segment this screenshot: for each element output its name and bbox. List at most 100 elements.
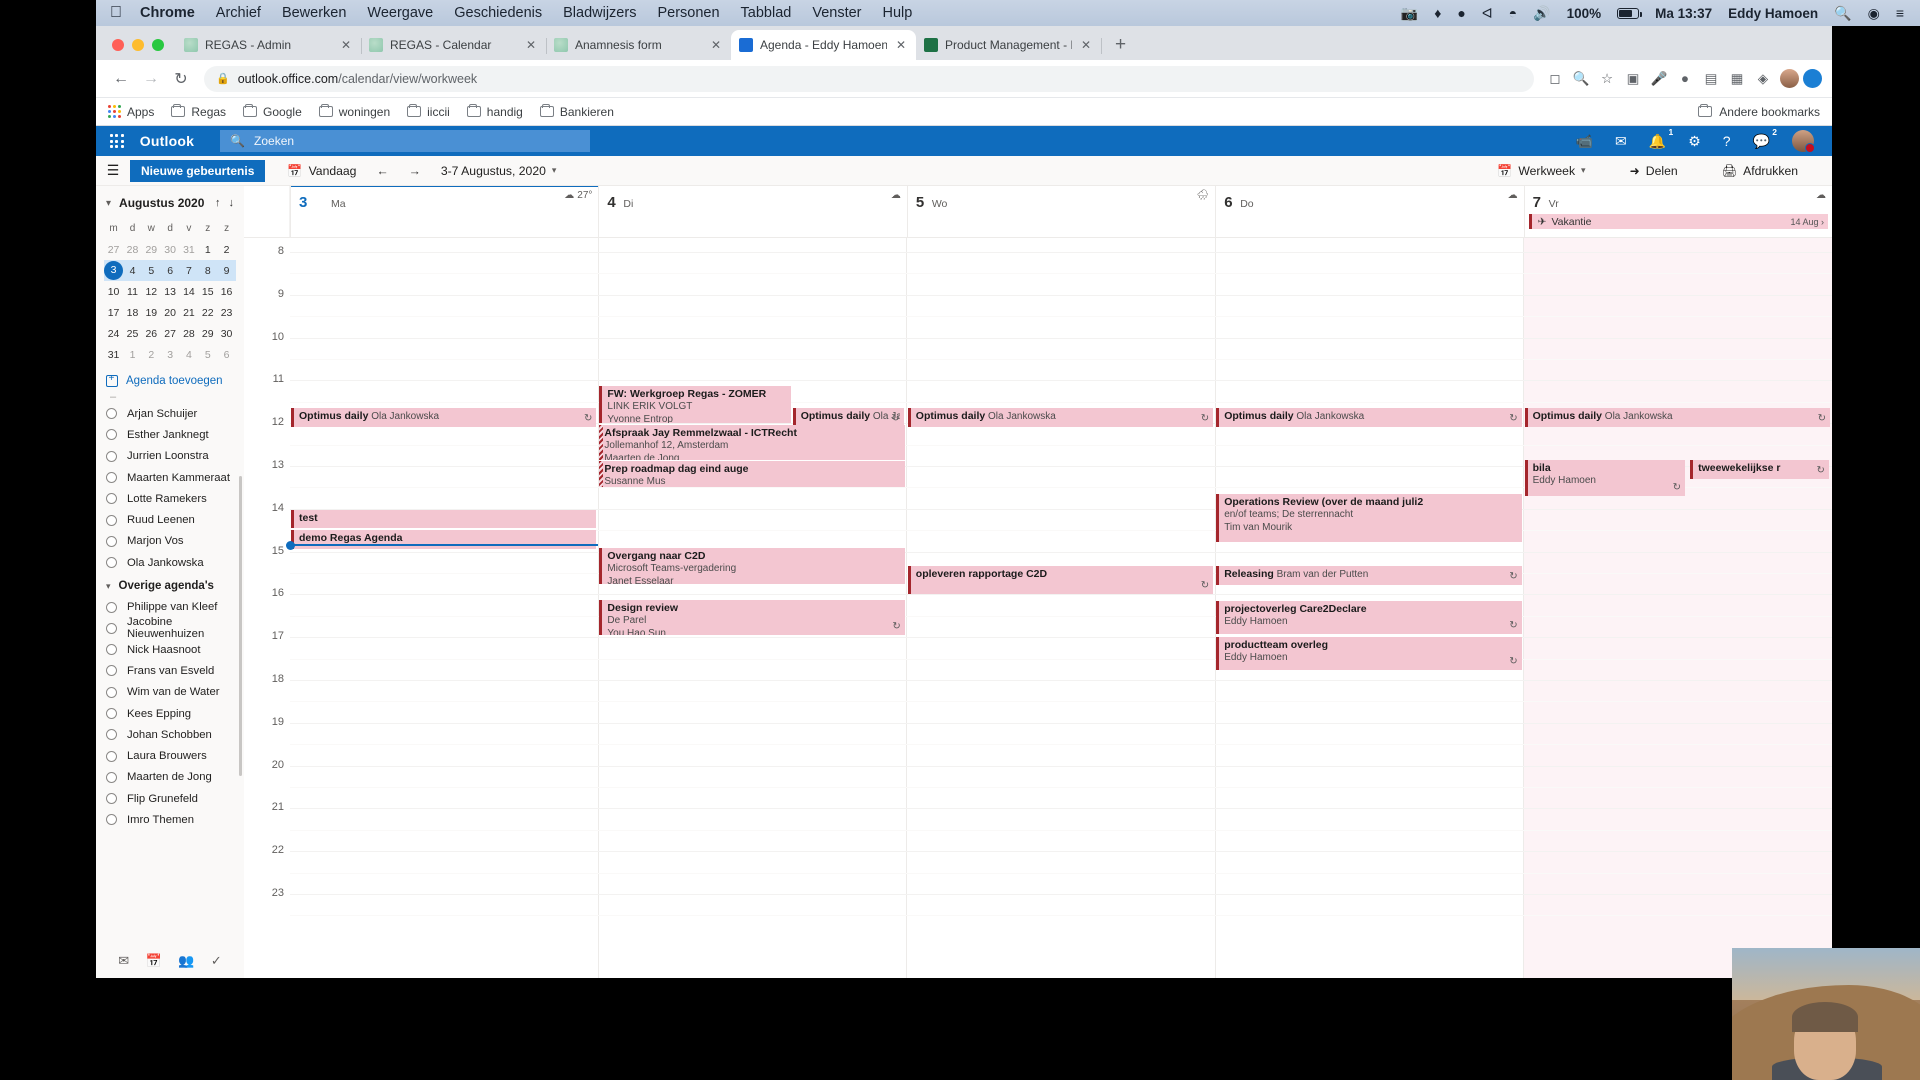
- chrome-menu-icon[interactable]: [1803, 69, 1822, 88]
- mini-day[interactable]: 17: [104, 302, 123, 323]
- calendar-event[interactable]: test: [291, 510, 597, 528]
- app-launcher-icon[interactable]: [110, 134, 124, 148]
- user-avatar[interactable]: [1792, 130, 1815, 153]
- weather-widget[interactable]: ☁: [1816, 190, 1826, 201]
- menu-archief[interactable]: Archief: [216, 5, 261, 21]
- day-header-wednesday[interactable]: 5 Wo 🌧: [906, 186, 1215, 237]
- menu-weergave[interactable]: Weergave: [367, 5, 433, 21]
- calendar-toggle-icon[interactable]: [106, 686, 117, 698]
- menu-bar-username[interactable]: Eddy Hamoen: [1728, 6, 1818, 21]
- day-header-monday[interactable]: 3 Ma ☁ 27°: [290, 186, 599, 237]
- sidebar-calendar-item[interactable]: Philippe van Kleef: [96, 596, 244, 617]
- close-tab-icon[interactable]: ✕: [894, 38, 908, 52]
- mini-day[interactable]: 1: [123, 344, 142, 365]
- mini-day[interactable]: 8: [198, 260, 218, 281]
- calendar-event[interactable]: Prep roadmap dag eind auge Susanne Mus: [599, 461, 905, 487]
- calendar-toggle-icon[interactable]: [106, 429, 117, 441]
- spotlight-search-icon[interactable]: 🔍: [1834, 6, 1851, 20]
- sidebar-calendar-item[interactable]: Ruud Leenen: [96, 509, 244, 530]
- siri-icon[interactable]: ◉: [1868, 6, 1880, 20]
- sidebar-calendar-item[interactable]: Marjon Vos: [96, 531, 244, 552]
- mini-day[interactable]: 22: [198, 302, 217, 323]
- notes-extension-icon[interactable]: ▤: [1698, 71, 1724, 87]
- today-button[interactable]: 📅 Vandaag: [287, 164, 356, 178]
- calendar-event[interactable]: tweewekelijkse r ↻: [1690, 460, 1829, 479]
- calendar-toggle-icon[interactable]: [106, 665, 117, 677]
- calendar-toggle-icon[interactable]: [106, 771, 117, 783]
- bookmark-woningen[interactable]: woningen: [318, 103, 401, 119]
- mail-icon[interactable]: ✉: [118, 953, 129, 969]
- calendar-toggle-icon[interactable]: [106, 408, 117, 420]
- share-button[interactable]: ➜ Delen: [1630, 164, 1678, 178]
- mini-day[interactable]: 6: [160, 260, 180, 281]
- calendar-toggle-icon[interactable]: [106, 493, 117, 505]
- close-window-button[interactable]: [112, 39, 124, 51]
- mini-day[interactable]: 11: [123, 281, 142, 302]
- calendar-scroll-area[interactable]: 8 9 10 11 12 13 14 15 16 17 18 19 20 21 22 23 Optimus d…: [244, 238, 1832, 978]
- todo-icon[interactable]: ✓: [211, 953, 222, 969]
- menu-bewerken[interactable]: Bewerken: [282, 5, 346, 21]
- prev-week-button[interactable]: ←: [376, 164, 388, 178]
- other-bookmarks-button[interactable]: Andere bookmarks: [1698, 103, 1820, 119]
- sidebar-calendar-item[interactable]: Jacobine Nieuwenhuizen: [96, 616, 244, 640]
- calendar-toggle-icon[interactable]: [106, 814, 117, 826]
- screen-share-icon[interactable]: ◻: [1542, 71, 1568, 87]
- mini-day[interactable]: 19: [142, 302, 161, 323]
- volume-icon[interactable]: 🔊: [1533, 6, 1550, 20]
- weather-widget[interactable]: ☁ 27°: [564, 190, 592, 201]
- calendar-toggle-icon[interactable]: [106, 472, 117, 484]
- bookmark-bankieren[interactable]: Bankieren: [539, 103, 625, 119]
- mini-day[interactable]: 18: [123, 302, 142, 323]
- menu-bladwijzers[interactable]: Bladwijzers: [563, 5, 636, 21]
- browser-tab[interactable]: REGAS - Admin ✕: [176, 30, 362, 60]
- calendar-event[interactable]: opleveren rapportage C2D ↻: [907, 566, 1214, 594]
- mini-day[interactable]: 10: [104, 281, 123, 302]
- sidebar-calendar-item[interactable]: Frans van Esveld: [96, 660, 244, 681]
- mini-day[interactable]: 15: [198, 281, 217, 302]
- calendar-event[interactable]: Optimus daily Ola Jankowska ↻: [1524, 408, 1830, 427]
- control-center-icon[interactable]: ≡: [1896, 6, 1904, 20]
- calendar-toggle-icon[interactable]: [106, 450, 117, 462]
- browser-tab[interactable]: REGAS - Calendar ✕: [361, 30, 547, 60]
- sidebar-calendar-item[interactable]: Esther Janknegt: [96, 424, 244, 445]
- calendar-event[interactable]: Design review De Parel You Hao Sun ↻: [599, 600, 905, 635]
- close-tab-icon[interactable]: ✕: [1079, 38, 1093, 52]
- mini-day[interactable]: 5: [198, 344, 217, 365]
- mini-day[interactable]: 29: [198, 323, 217, 344]
- browser-tab[interactable]: Product Management - Introdu ✕: [916, 30, 1102, 60]
- sidebar-calendar-item[interactable]: Maarten de Jong: [96, 767, 244, 788]
- menu-venster[interactable]: Venster: [812, 5, 861, 21]
- bookmark-iiccii[interactable]: iiccii: [407, 103, 461, 119]
- settings-gear-icon[interactable]: ⚙: [1688, 133, 1701, 150]
- mini-day[interactable]: 1: [198, 239, 217, 260]
- day-header-tuesday[interactable]: 4 Di ☁: [598, 186, 906, 237]
- mini-day[interactable]: 24: [104, 323, 123, 344]
- chevron-down-icon[interactable]: ▾: [106, 198, 111, 209]
- print-button[interactable]: 🖨 Afdrukken: [1722, 164, 1798, 178]
- shield-extension-icon[interactable]: ◈: [1750, 71, 1776, 87]
- close-tab-icon[interactable]: ✕: [524, 38, 538, 52]
- mini-day[interactable]: 28: [123, 239, 142, 260]
- calendar-toggle-icon[interactable]: [106, 622, 117, 634]
- close-tab-icon[interactable]: ✕: [339, 38, 353, 52]
- all-day-event-vakantie[interactable]: ✈ Vakantie 14 Aug ›: [1528, 214, 1829, 229]
- outlook-brand-label[interactable]: Outlook: [140, 133, 194, 149]
- mini-day[interactable]: 20: [161, 302, 180, 323]
- menu-geschiedenis[interactable]: Geschiedenis: [454, 5, 542, 21]
- mini-day[interactable]: 4: [123, 260, 142, 281]
- mini-day[interactable]: 5: [141, 260, 161, 281]
- date-range-label[interactable]: 3-7 Augustus, 2020 ▾: [441, 164, 557, 178]
- calendar-event[interactable]: Optimus daily Ola Jankowska ↻: [1216, 408, 1522, 427]
- calendar-event[interactable]: Afspraak Jay Remmelzwaal - ICTRecht Jolle…: [599, 425, 905, 460]
- calendar-event[interactable]: Releasing Bram van der Putten ↻: [1216, 566, 1522, 585]
- calendar-toggle-icon[interactable]: [106, 793, 117, 805]
- menu-bar-clock[interactable]: Ma 13:37: [1655, 6, 1712, 21]
- calendar-event[interactable]: projectoverleg Care2Declare Eddy Hamoen ↻: [1216, 601, 1522, 634]
- sidebar-calendar-item[interactable]: Laura Brouwers: [96, 745, 244, 766]
- calendar-event[interactable]: bila Eddy Hamoen ↻: [1524, 460, 1685, 496]
- forward-icon[interactable]: →: [136, 70, 166, 88]
- other-calendars-group-header[interactable]: ▾ Overige agenda's: [96, 573, 244, 596]
- calendar-event[interactable]: Optimus daily Ola Jankowska ↻: [907, 408, 1214, 427]
- calendar-toggle-icon[interactable]: [106, 708, 117, 719]
- calendar-event[interactable]: FW: Werkgroep Regas - ZOMER LINK ERIK VOL…: [599, 386, 791, 423]
